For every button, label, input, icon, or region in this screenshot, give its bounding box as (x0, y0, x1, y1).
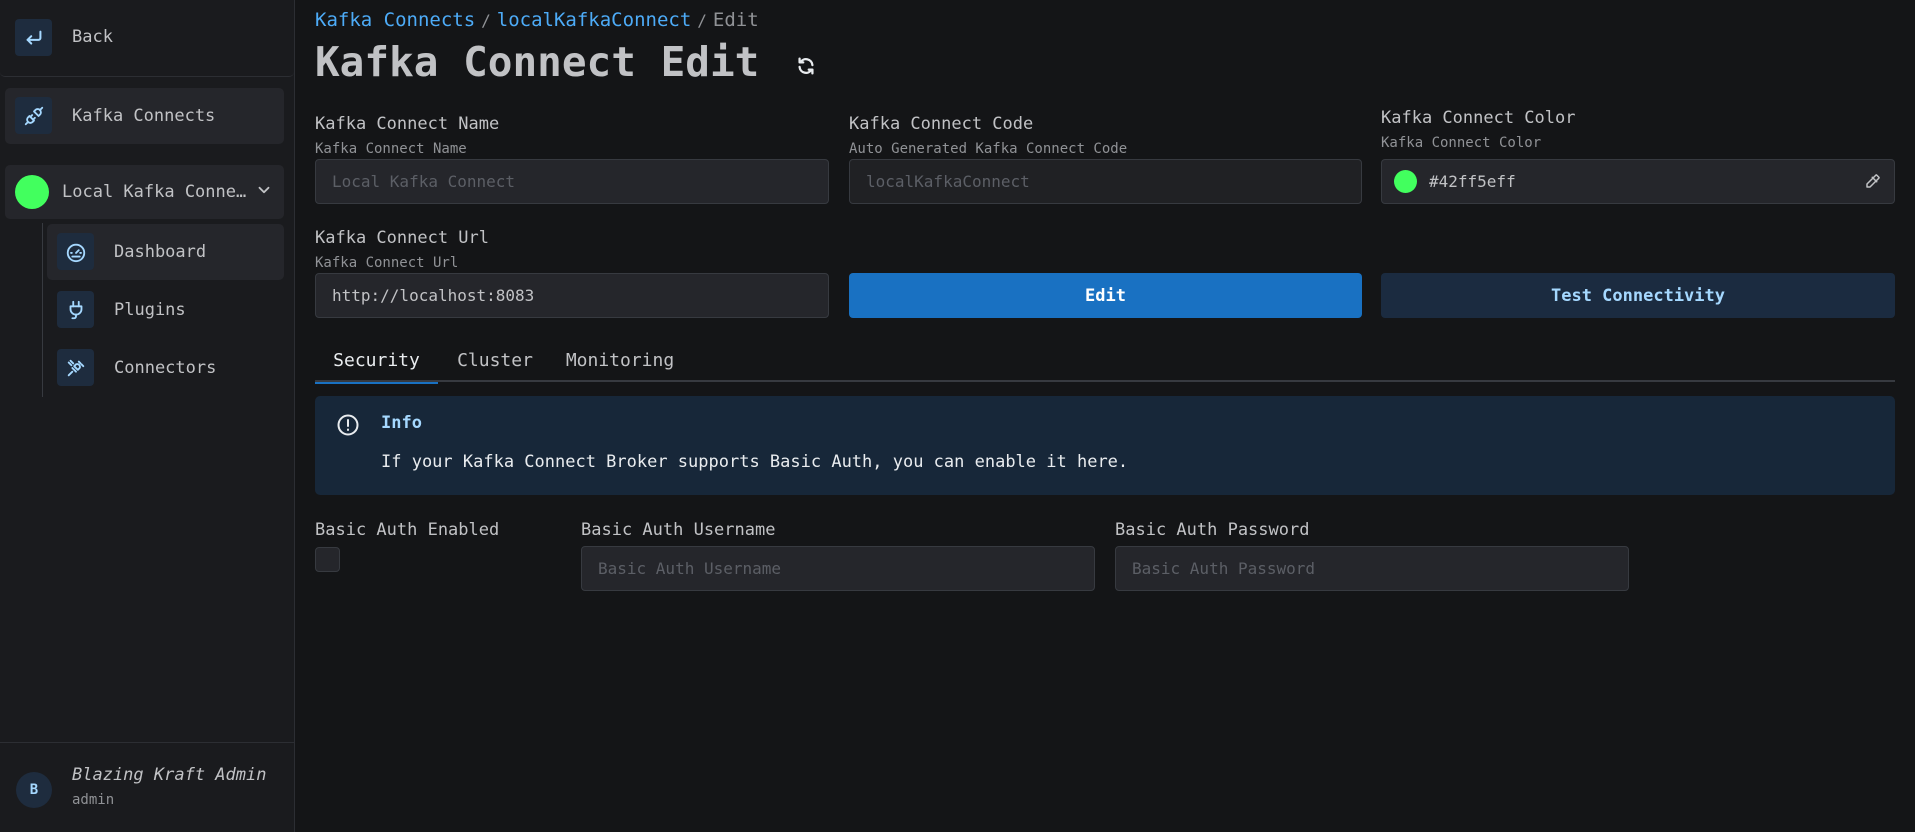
basic-auth-password-input[interactable] (1115, 546, 1629, 591)
name-label: Kafka Connect Name (315, 114, 500, 134)
basic-auth-username-input[interactable] (581, 546, 1095, 591)
user-role: admin (72, 792, 115, 808)
breadcrumb: Kafka Connects / localKafkaConnect / Edit (315, 9, 759, 31)
code-input (849, 159, 1362, 204)
alert-title: Info (381, 413, 422, 433)
sidebar: Back Kafka Connects Local Kafka Conne… D… (0, 0, 295, 832)
sidebar-item-plugins[interactable]: Plugins (47, 282, 284, 338)
url-input[interactable] (315, 273, 829, 318)
url-description: Kafka Connect Url (315, 255, 459, 271)
color-label: Kafka Connect Color (1381, 108, 1576, 128)
basic-auth-enabled-label: Basic Auth Enabled (315, 520, 500, 540)
sidebar-item-label: Connectors (114, 358, 217, 378)
back-label: Back (72, 27, 113, 47)
breadcrumb-separator: / (697, 11, 707, 30)
chevron-down-icon (255, 181, 273, 203)
info-alert: Info If your Kafka Connect Broker suppor… (315, 396, 1895, 495)
arrow-back-icon (15, 19, 52, 56)
sidebar-item-label: Dashboard (114, 242, 207, 262)
tabs: Security Cluster Monitoring (315, 338, 1895, 384)
breadcrumb-current: Edit (712, 9, 759, 31)
alert-message: If your Kafka Connect Broker supports Ba… (381, 452, 1129, 472)
color-description: Kafka Connect Color (1381, 135, 1542, 151)
breadcrumb-kafka-connects[interactable]: Kafka Connects (315, 9, 475, 31)
color-input[interactable]: #42ff5eff (1381, 159, 1895, 204)
basic-auth-password-label: Basic Auth Password (1115, 520, 1310, 540)
url-label: Kafka Connect Url (315, 228, 489, 248)
color-swatch (1394, 170, 1417, 193)
refresh-icon[interactable] (795, 55, 817, 77)
kafka-connect-group-toggle[interactable]: Local Kafka Conne… (5, 165, 284, 219)
code-description: Auto Generated Kafka Connect Code (849, 141, 1128, 157)
subnav-divider (42, 223, 43, 397)
breadcrumb-separator: / (481, 11, 491, 30)
user-footer[interactable]: B Blazing Kraft Admin admin (0, 742, 294, 832)
sidebar-item-label: Kafka Connects (72, 106, 216, 126)
name-description: Kafka Connect Name (315, 141, 467, 157)
name-input[interactable] (315, 159, 829, 204)
back-button[interactable]: Back (0, 0, 294, 77)
breadcrumb-local-kafka-connect[interactable]: localKafkaConnect (497, 9, 691, 31)
page-title: Kafka Connect Edit (315, 38, 760, 86)
edit-button[interactable]: Edit (849, 273, 1362, 318)
gauge-icon (57, 233, 94, 270)
info-circle-icon (336, 413, 360, 441)
test-connectivity-button[interactable]: Test Connectivity (1381, 273, 1895, 318)
basic-auth-username-label: Basic Auth Username (581, 520, 776, 540)
group-label: Local Kafka Conne… (62, 182, 247, 202)
basic-auth-enabled-checkbox[interactable] (315, 547, 340, 572)
sidebar-item-label: Plugins (114, 300, 186, 320)
sidebar-item-kafka-connects[interactable]: Kafka Connects (5, 88, 284, 144)
avatar: B (16, 772, 52, 808)
sidebar-item-dashboard[interactable]: Dashboard (47, 224, 284, 280)
color-value: #42ff5eff (1429, 172, 1516, 191)
tab-cluster[interactable]: Cluster (443, 338, 547, 382)
eyedropper-icon[interactable] (1864, 172, 1882, 194)
tab-monitoring[interactable]: Monitoring (552, 338, 688, 382)
tab-security[interactable]: Security (315, 338, 438, 384)
code-label: Kafka Connect Code (849, 114, 1034, 134)
plug-icon (57, 291, 94, 328)
connectors-icon (57, 349, 94, 386)
user-name: Blazing Kraft Admin (72, 765, 267, 785)
connect-color-dot (15, 175, 49, 209)
sidebar-item-connectors[interactable]: Connectors (47, 340, 284, 396)
plug-connect-icon (15, 97, 52, 134)
